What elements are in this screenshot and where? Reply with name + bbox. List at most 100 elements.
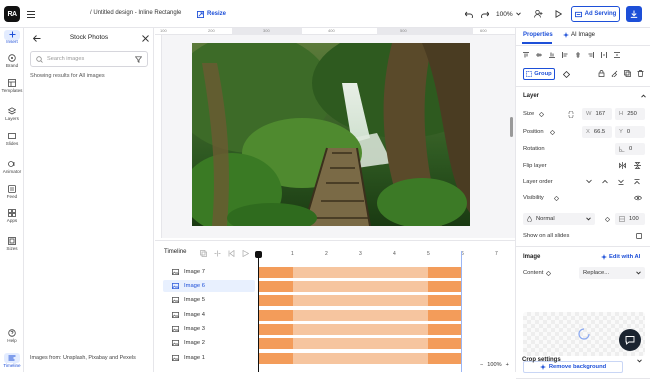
search-input[interactable]: Search images: [30, 51, 148, 67]
add-user-icon[interactable]: [533, 9, 543, 19]
timeline-track[interactable]: [259, 324, 461, 335]
rail-item-help[interactable]: Help: [0, 329, 24, 343]
flip-vertical-icon[interactable]: [634, 162, 641, 169]
timeline-layer-row[interactable]: Image 6: [163, 280, 255, 292]
edit-with-ai-label: Edit with AI: [609, 254, 641, 260]
lock-icon[interactable]: [598, 70, 605, 77]
aspect-lock-icon[interactable]: [568, 111, 574, 118]
rail-item-insert[interactable]: Insert: [0, 31, 24, 44]
undo-icon[interactable]: [464, 9, 474, 19]
tab-properties[interactable]: Properties: [523, 32, 553, 38]
trash-icon[interactable]: [637, 70, 644, 77]
align-top-icon[interactable]: [523, 52, 529, 58]
diamond-icon[interactable]: [539, 112, 544, 117]
checkbox[interactable]: [636, 233, 642, 239]
chat-support-button[interactable]: [619, 329, 641, 351]
redo-icon[interactable]: [480, 9, 490, 19]
split-icon[interactable]: [213, 249, 221, 257]
rotation-field[interactable]: 0: [615, 143, 645, 155]
align-left-icon[interactable]: [562, 52, 568, 58]
timeline-layer-row[interactable]: Image 5: [163, 294, 255, 306]
crop-settings-title[interactable]: Crop settings: [522, 357, 561, 363]
canvas-scrollbar[interactable]: [510, 117, 513, 137]
duplicate-icon[interactable]: [624, 70, 631, 77]
timeline-playhead[interactable]: [258, 251, 259, 372]
rail-item-slides[interactable]: Slides: [0, 132, 24, 146]
timeline-layer-row[interactable]: Image 1: [163, 352, 255, 364]
rail-item-apps[interactable]: Apps: [0, 209, 24, 223]
chevron-down-icon[interactable]: [586, 179, 592, 184]
image-icon: [172, 297, 179, 303]
remove-background-label: Remove background: [548, 364, 607, 370]
play-icon[interactable]: [553, 9, 563, 19]
timeline-track[interactable]: [259, 295, 461, 306]
sparkle-icon: [563, 32, 569, 38]
chevron-down-icon[interactable]: [636, 358, 642, 364]
timeline-track[interactable]: [259, 281, 461, 292]
rail-item-templates[interactable]: Templates: [0, 79, 24, 93]
timeline-layer-row[interactable]: Image 4: [163, 309, 255, 321]
eye-icon[interactable]: [634, 195, 642, 201]
replace-select[interactable]: Replace...: [579, 267, 645, 279]
bring-to-front-icon[interactable]: [634, 179, 640, 185]
rail-item-brand[interactable]: Brand: [0, 54, 24, 68]
timeline-track[interactable]: [259, 353, 461, 364]
rail-item-layers[interactable]: Layers: [0, 107, 24, 121]
y-field[interactable]: Y 0: [615, 126, 645, 138]
timeline-end-marker[interactable]: [461, 251, 462, 372]
zoom-select[interactable]: 100%: [496, 8, 521, 20]
send-to-back-icon[interactable]: [618, 179, 624, 185]
timeline-layer-row[interactable]: Image 3: [163, 323, 255, 335]
group-button[interactable]: Group: [523, 68, 555, 80]
skip-back-icon[interactable]: [227, 249, 235, 257]
distribute-icon[interactable]: [601, 52, 607, 58]
diamond-icon[interactable]: [554, 196, 559, 201]
chevron-up-icon[interactable]: [640, 93, 646, 99]
align-middle-icon[interactable]: [536, 52, 542, 58]
distribute-vertical-icon[interactable]: [614, 52, 620, 58]
flip-horizontal-icon[interactable]: [619, 162, 626, 169]
timeline-track[interactable]: [259, 267, 461, 278]
close-icon[interactable]: [140, 33, 150, 43]
copy-icon[interactable]: [199, 249, 207, 257]
timeline-track[interactable]: [259, 338, 461, 349]
play-icon[interactable]: [241, 249, 249, 257]
diamond-icon[interactable]: [605, 217, 610, 222]
rail-item-feed[interactable]: Feed: [0, 185, 24, 199]
timeline-zoom[interactable]: − 100% +: [480, 362, 509, 368]
opacity-field[interactable]: 100: [615, 213, 645, 225]
blend-mode-select[interactable]: Normal: [523, 213, 595, 225]
app-logo[interactable]: RA: [4, 6, 20, 22]
filter-icon[interactable]: [135, 55, 142, 63]
timeline-layer-row[interactable]: Image 2: [163, 337, 255, 349]
size-label: Size: [523, 111, 535, 117]
diamond-icon[interactable]: [550, 130, 555, 135]
rail-item-timeline[interactable]: Timeline: [0, 354, 24, 368]
canvas-image[interactable]: [192, 43, 470, 226]
rail-item-animator[interactable]: Animator: [0, 160, 24, 174]
width-field[interactable]: W 167: [582, 108, 612, 120]
align-right-icon[interactable]: [588, 52, 594, 58]
chevron-up-icon[interactable]: [602, 179, 608, 184]
ad-serving-button[interactable]: Ad Serving: [571, 6, 620, 22]
zoom-out-icon[interactable]: −: [480, 362, 483, 368]
edit-with-ai-button[interactable]: Edit with AI: [601, 254, 640, 260]
zoom-in-icon[interactable]: +: [506, 362, 509, 368]
playhead-handle[interactable]: [255, 251, 262, 258]
document-title[interactable]: / Untitled design - Inline Rectangle: [90, 10, 181, 16]
tab-ai-image[interactable]: AI Image: [563, 32, 595, 38]
timeline-track[interactable]: [259, 310, 461, 321]
download-button[interactable]: [626, 6, 642, 22]
align-bottom-icon[interactable]: [549, 52, 555, 58]
resize-button[interactable]: Resize: [197, 8, 226, 20]
diamond-icon[interactable]: [562, 70, 570, 78]
properties-panel: Properties AI Image Group Layer Size W 1…: [515, 28, 650, 379]
menu-icon[interactable]: [26, 9, 36, 19]
diamond-icon[interactable]: [546, 271, 551, 276]
x-field[interactable]: X 66.5: [582, 126, 612, 138]
align-center-icon[interactable]: [575, 52, 581, 58]
rail-item-sizes[interactable]: Sizes: [0, 237, 24, 251]
paint-icon[interactable]: [611, 70, 618, 77]
height-field[interactable]: H 250: [615, 108, 645, 120]
timeline-layer-row[interactable]: Image 7: [163, 266, 255, 278]
